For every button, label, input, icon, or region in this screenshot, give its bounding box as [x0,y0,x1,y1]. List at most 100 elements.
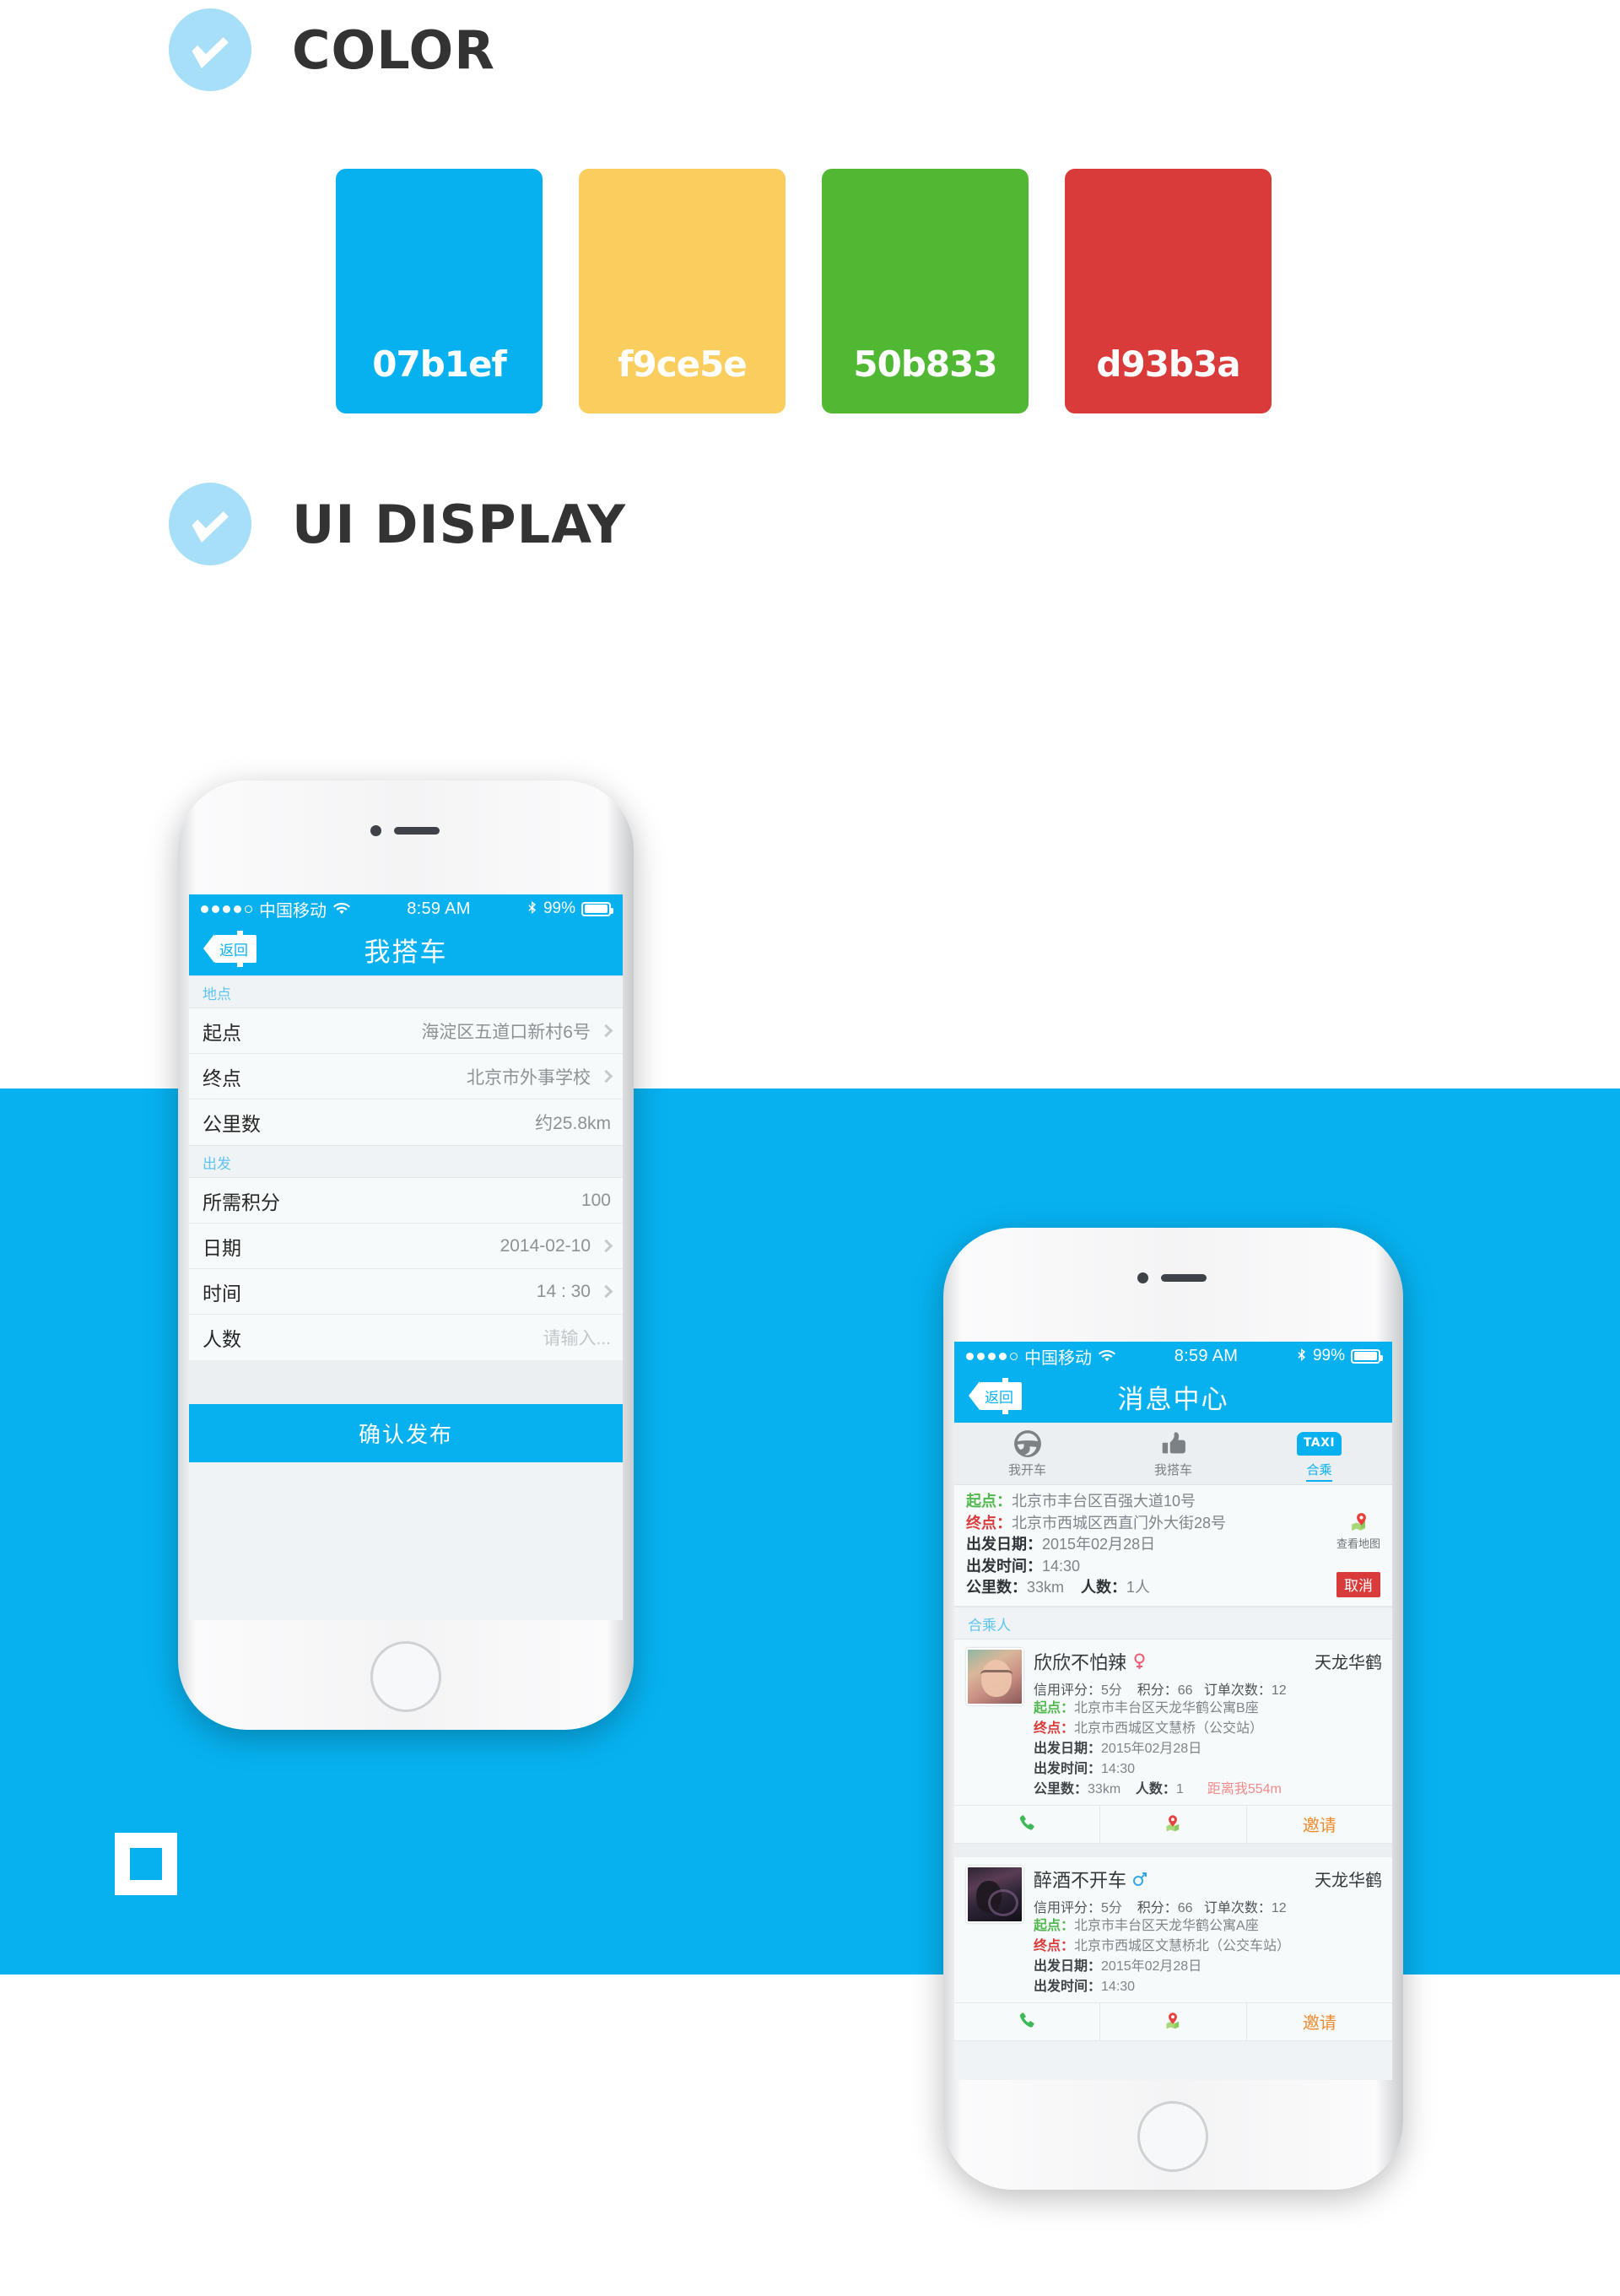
check-icon [169,8,251,91]
page-title: 消息中心 [1117,1384,1229,1414]
swatch-label: d93b3a [1096,343,1240,385]
call-button[interactable] [954,2002,1101,2040]
credit-value: 5分 [1101,1900,1122,1915]
list-group-location: 起点 海淀区五道口新村6号 终点 北京市外事学校 公里数 约25.8km [189,1008,623,1145]
cell-label: 起点 [202,1021,241,1044]
card-date-label: 出发日期： [1034,1958,1102,1974]
signal-dots-icon [201,905,252,913]
cell-value: 100 [580,1190,611,1210]
card-start-value: 北京市丰台区天龙华鹤公寓B座 [1074,1700,1259,1715]
thumbs-up-icon [1159,1429,1188,1459]
trip-end-label: 终点： [966,1514,1012,1532]
tab-i-drive[interactable]: 我开车 [954,1429,1100,1482]
group-header-departure: 出发 [189,1145,623,1178]
list-item: 所需积分 100 [189,1178,623,1224]
card-start-label: 起点： [1034,1918,1075,1933]
cell-label: 日期 [202,1236,241,1259]
bluetooth-icon [1297,1348,1307,1364]
back-button[interactable]: 返回 [203,930,256,967]
cell-label: 所需积分 [202,1191,280,1213]
people-count-input[interactable]: 请输入... [543,1325,611,1350]
map-pin-icon [1166,2012,1180,2029]
card-time-value: 14:30 [1101,1979,1136,1994]
cancel-order-button[interactable]: 取消 [1336,1571,1380,1597]
list-item: 公里数 约25.8km [189,1099,623,1145]
invite-label: 邀请 [1302,1816,1336,1835]
cell-label: 时间 [202,1282,241,1305]
list-item[interactable]: 时间 14 : 30 [189,1269,623,1315]
carrier-label: 中国移动 [1024,1348,1092,1368]
trip-people-label: 人数： [1081,1579,1127,1596]
credit-label: 信用评分： [1034,1900,1102,1915]
battery-icon [581,901,613,916]
list-item[interactable]: 日期 2014-02-10 [189,1224,623,1269]
clock-label: 8:59 AM [1174,1346,1239,1365]
swatch-label: 50b833 [853,343,997,385]
avatar [966,1865,1023,1923]
home-button[interactable] [1137,2101,1208,2172]
tab-label: 我开车 [1007,1463,1046,1478]
taxi-badge-label: TAXI [1296,1432,1342,1456]
wifi-icon [1099,1349,1115,1363]
card-people-value: 1 [1175,1781,1184,1796]
orders-label: 订单次数： [1203,1683,1272,1698]
cell-value: 14 : 30 [536,1281,591,1301]
page-title: 我搭车 [364,937,448,967]
orders-label: 订单次数： [1203,1900,1272,1915]
home-button[interactable] [370,1641,441,1712]
list-item-people-count[interactable]: 人数 请输入... [189,1315,623,1360]
check-icon [169,483,251,565]
locate-button[interactable] [1100,2002,1247,2040]
passenger-place: 天龙华鹤 [1315,1872,1382,1891]
earpiece-speaker [394,827,440,835]
group-header-passengers: 合乘人 [954,1606,1392,1640]
taxi-badge-icon: TAXI [1296,1429,1342,1459]
phone-mockup-right: 中国移动 8:59 AM 99% 返回 消息中心 我开车 我搭车 TAXI 合乘… [943,1228,1403,2190]
tab-label: 我搭车 [1153,1463,1192,1478]
credit-value: 5分 [1101,1683,1122,1698]
steering-wheel-icon [1013,1429,1042,1459]
screen-my-ride: 中国移动 8:59 AM 99% 返回 我搭车 地点 起点 海淀区五道口新村6号… [189,894,623,1620]
swatch-blue: 07b1ef [336,169,543,413]
trip-people-value: 1人 [1126,1579,1151,1596]
cell-value: 海淀区五道口新村6号 [421,1022,591,1042]
call-button[interactable] [954,1805,1101,1843]
invite-button[interactable]: 邀请 [1247,1806,1392,1843]
carrier-label: 中国移动 [259,901,327,921]
phone-icon [1019,1815,1034,1830]
back-arrow-icon [969,1381,980,1410]
female-icon [1132,1653,1147,1670]
back-button-label: 返回 [985,1389,1013,1406]
tab-i-ride[interactable]: 我搭车 [1100,1429,1246,1482]
passenger-place: 天龙华鹤 [1315,1654,1382,1673]
invite-button[interactable]: 邀请 [1247,2003,1392,2040]
list-item[interactable]: 起点 海淀区五道口新村6号 [189,1008,623,1054]
chevron-right-icon [599,1284,613,1299]
swatch-yellow: f9ce5e [579,169,786,413]
tab-carpool[interactable]: TAXI 合乘 [1246,1429,1392,1482]
swatch-label: 07b1ef [372,343,506,385]
points-value: 66 [1177,1683,1193,1698]
card-time-label: 出发时间： [1034,1979,1102,1994]
card-date-value: 2015年02月28日 [1101,1741,1202,1756]
swatch-red: d93b3a [1065,169,1272,413]
card-separator [954,1843,1392,1857]
list-item[interactable]: 终点 北京市外事学校 [189,1054,623,1099]
map-pin-icon [1166,1815,1180,1832]
avatar [966,1647,1023,1705]
cell-value: 约25.8km [535,1114,611,1133]
trip-date-value: 2015年02月28日 [1042,1536,1156,1553]
back-button-label: 返回 [219,942,248,959]
card-km-value: 33km [1088,1781,1121,1796]
phone-mockup-left: 中国移动 8:59 AM 99% 返回 我搭车 地点 起点 海淀区五道口新村6号… [178,781,634,1730]
card-end-label: 终点： [1034,1938,1075,1953]
swatch-label: f9ce5e [618,343,748,385]
view-map-label: 查看地图 [1336,1537,1380,1550]
view-map-button[interactable]: 查看地图 [1336,1510,1380,1551]
orders-value: 12 [1271,1683,1287,1698]
card-end-label: 终点： [1034,1721,1075,1736]
back-button[interactable]: 返回 [969,1377,1022,1414]
locate-button[interactable] [1100,1805,1247,1843]
confirm-publish-button[interactable]: 确认发布 [189,1404,623,1462]
earpiece-speaker [1161,1274,1207,1282]
